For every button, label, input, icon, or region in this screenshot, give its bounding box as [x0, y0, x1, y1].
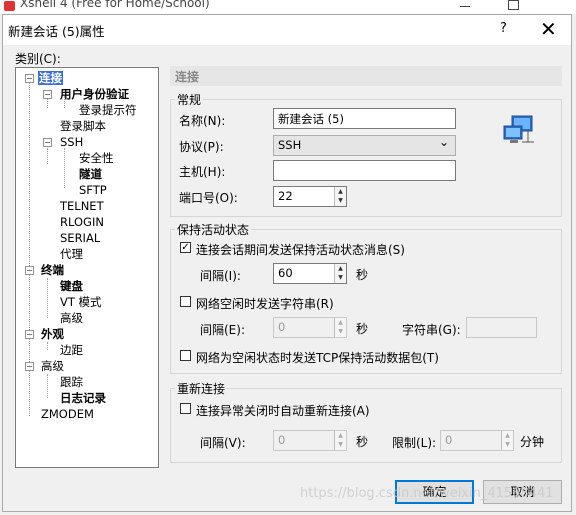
tree-expander[interactable]: −	[43, 138, 52, 147]
chevron-down-icon: ⌄	[438, 135, 449, 149]
tree-item-keyboard[interactable]: 键盘	[60, 279, 83, 293]
tree-expander[interactable]: −	[25, 362, 34, 371]
tree-item-telnet[interactable]: TELNET	[60, 199, 104, 213]
spin-down-icon[interactable]: ▼	[335, 196, 346, 205]
spin-up-icon[interactable]: ▲	[335, 318, 346, 327]
tree-item-tunnel[interactable]: 隧道	[79, 167, 102, 181]
string-field[interactable]	[466, 317, 537, 338]
protocol-select[interactable]: SSH ⌄	[273, 135, 456, 156]
keepalive-checkbox[interactable]: ✓	[180, 242, 191, 253]
string-field-label: 字符串(G):	[402, 323, 461, 337]
tree-item-terminal[interactable]: 终端	[41, 263, 64, 277]
dialog-title: 新建会话 (5)属性	[8, 24, 105, 39]
interval2-label: 间隔(E):	[200, 323, 245, 337]
port-spinner[interactable]: ▲ ▼	[334, 187, 346, 206]
protocol-label: 协议(P):	[179, 140, 224, 154]
minimize-icon[interactable]	[460, 6, 470, 7]
reconnect-group	[170, 388, 562, 463]
tree-expander[interactable]: −	[43, 90, 52, 99]
interval2-unit: 秒	[356, 322, 369, 336]
auto-reconnect-checkbox[interactable]	[180, 403, 191, 414]
close-button[interactable]: ✕	[540, 16, 557, 42]
keepalive-group-title: 保持活动状态	[175, 221, 252, 238]
send-string-label: 网络空闲时发送字符串(R)	[196, 297, 334, 311]
port-value: 22	[278, 189, 293, 203]
protocol-value: SSH	[278, 138, 302, 152]
tree-expander[interactable]: −	[25, 74, 34, 83]
name-field[interactable]: 新建会话 (5)	[273, 108, 456, 129]
tcp-keepalive-label: 网络为空闲状态时发送TCP保持活动数据包(T)	[196, 351, 439, 365]
tree-item-label: 连接	[38, 71, 63, 85]
tree-item-advanced[interactable]: 高级	[41, 359, 64, 373]
interval-value: 60	[278, 266, 293, 280]
limit-unit: 分钟	[520, 435, 545, 449]
reconnect-interval-spinner[interactable]: ▲ ▼	[334, 431, 346, 450]
tree-expander[interactable]: −	[25, 266, 34, 275]
spin-down-icon[interactable]: ▼	[335, 440, 346, 449]
host-label: 主机(H):	[179, 165, 226, 179]
name-label: 名称(N):	[179, 114, 226, 128]
tree-item-security[interactable]: 安全性	[79, 151, 114, 165]
spin-down-icon[interactable]: ▼	[502, 440, 513, 449]
host-field[interactable]	[273, 160, 456, 181]
tree-item-rlogin[interactable]: RLOGIN	[60, 215, 104, 229]
tree-item-appearance[interactable]: 外观	[41, 327, 64, 341]
reconnect-interval-value: 0	[278, 433, 286, 447]
tree-item-serial[interactable]: SERIAL	[60, 231, 100, 245]
spin-up-icon[interactable]: ▲	[335, 264, 346, 273]
interval-label: 间隔(I):	[200, 269, 241, 283]
port-label: 端口号(O):	[179, 191, 238, 205]
limit-spinner[interactable]: ▲ ▼	[501, 431, 513, 450]
category-label: 类别(C):	[15, 52, 61, 66]
tree-item-logging[interactable]: 日志记录	[60, 391, 106, 405]
tree-item-advanced[interactable]: 高级	[60, 311, 83, 325]
spin-down-icon[interactable]: ▼	[335, 327, 346, 336]
section-header: 连接	[170, 66, 562, 86]
tree-item-proxy[interactable]: 代理	[60, 247, 83, 261]
tree-item-sftp[interactable]: SFTP	[79, 183, 107, 197]
tree-item-zmodem[interactable]: ZMODEM	[41, 407, 94, 421]
tree-item-margin[interactable]: 边距	[60, 343, 83, 357]
tree-item-connection[interactable]: 连接	[38, 71, 63, 85]
background-window-title: Xshell 4 (Free for Home/School)	[20, 0, 210, 10]
category-tree[interactable]: − 连接 − 用户身份验证 登录提示符 登录脚本 − SSH 安全性 隧道 SF…	[15, 67, 159, 468]
tree-item-login-script[interactable]: 登录脚本	[60, 119, 106, 133]
interval2-spinner[interactable]: ▲ ▼	[334, 318, 346, 337]
interval2-value: 0	[278, 320, 286, 334]
limit-label: 限制(L):	[392, 436, 437, 450]
reconnect-interval-unit: 秒	[356, 435, 369, 449]
tree-item-ssh[interactable]: SSH	[60, 135, 83, 149]
interval-spinner[interactable]: ▲ ▼	[334, 264, 346, 283]
auto-reconnect-label: 连接异常关闭时自动重新连接(A)	[196, 404, 370, 418]
spin-up-icon[interactable]: ▲	[335, 187, 346, 196]
section-title: 连接	[175, 70, 200, 84]
send-string-checkbox[interactable]	[180, 296, 191, 307]
general-group-title: 常规	[175, 91, 204, 108]
limit-value: 0	[445, 433, 453, 447]
spin-down-icon[interactable]: ▼	[335, 273, 346, 282]
reconnect-interval-label: 间隔(V):	[200, 436, 246, 450]
spin-up-icon[interactable]: ▲	[335, 431, 346, 440]
tcp-keepalive-checkbox[interactable]	[180, 350, 191, 361]
xshell-icon	[4, 1, 15, 11]
reconnect-group-title: 重新连接	[175, 380, 228, 397]
tree-item-vt-mode[interactable]: VT 模式	[60, 295, 102, 309]
tree-item-login-prompt[interactable]: 登录提示符	[79, 103, 137, 117]
interval-unit: 秒	[356, 268, 369, 282]
tree-expander[interactable]: −	[25, 330, 34, 339]
watermark: https://blog.csdn.net/weixin_41568441	[300, 486, 554, 501]
tree-item-auth[interactable]: 用户身份验证	[60, 87, 129, 101]
network-computer-icon	[500, 114, 536, 148]
maximize-icon[interactable]	[508, 0, 519, 10]
keepalive-send-label: 连接会话期间发送保持活动状态消息(S)	[196, 243, 405, 257]
tree-item-trace[interactable]: 跟踪	[60, 375, 83, 389]
spin-up-icon[interactable]: ▲	[502, 431, 513, 440]
help-button[interactable]: ?	[500, 21, 507, 36]
